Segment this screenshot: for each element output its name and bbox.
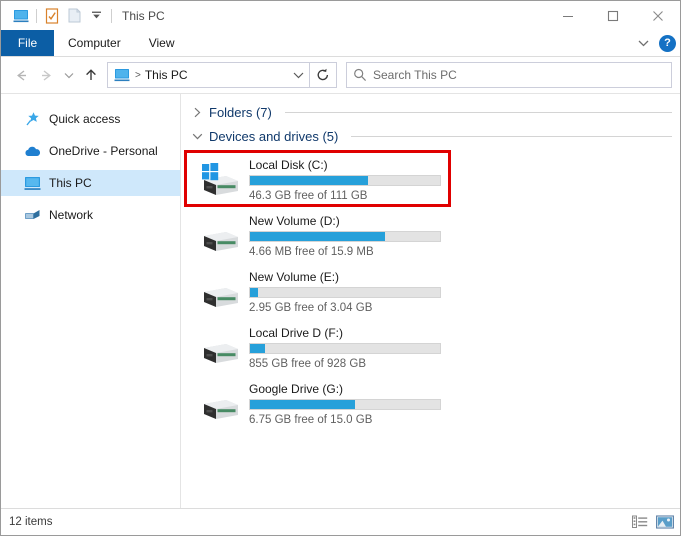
drive-item-local-drive-d-f[interactable]: Local Drive D (F:) 855 GB free of 928 GB xyxy=(181,320,680,376)
properties-icon[interactable] xyxy=(41,5,63,27)
network-icon xyxy=(24,207,41,224)
chevron-down-icon[interactable] xyxy=(190,129,204,143)
expand-ribbon-chevron-icon[interactable] xyxy=(633,33,653,53)
drive-info: New Volume (D:) 4.66 MB free of 15.9 MB xyxy=(249,214,441,259)
sidebar-item-label: Quick access xyxy=(49,112,121,126)
large-icons-view-button[interactable] xyxy=(656,513,674,531)
drive-item-new-volume-d[interactable]: New Volume (D:) 4.66 MB free of 15.9 MB xyxy=(181,208,680,264)
breadcrumb-separator[interactable]: > xyxy=(134,70,145,81)
drive-capacity-bar xyxy=(249,286,441,298)
sidebar-item-quick-access[interactable]: Quick access xyxy=(1,106,180,132)
refresh-button[interactable] xyxy=(310,62,337,88)
sidebar-item-onedrive[interactable]: OneDrive - Personal xyxy=(1,138,180,164)
new-folder-icon[interactable] xyxy=(63,5,85,27)
drive-name: Local Drive D (F:) xyxy=(249,325,344,340)
address-bar[interactable]: > This PC xyxy=(107,62,310,88)
drive-name: New Volume (E:) xyxy=(249,269,340,284)
cloud-icon xyxy=(24,143,41,160)
star-pin-icon xyxy=(24,111,41,128)
drive-icon xyxy=(195,324,243,372)
navigation-pane: Quick access OneDrive - Personal This PC… xyxy=(1,94,181,508)
drive-name: New Volume (D:) xyxy=(249,213,340,228)
sidebar-item-label: Network xyxy=(49,208,94,222)
drive-free-space: 2.95 GB free of 3.04 GB xyxy=(249,301,373,314)
address-dropdown-chevron-icon[interactable] xyxy=(287,64,309,86)
drive-capacity-bar xyxy=(249,342,441,354)
details-view-button[interactable] xyxy=(631,513,649,531)
drive-free-space: 6.75 GB free of 15.0 GB xyxy=(249,413,373,426)
drive-info: Local Disk (C:) 46.3 GB free of 111 GB xyxy=(249,158,441,203)
close-button[interactable] xyxy=(635,1,680,30)
drive-name: Local Disk (C:) xyxy=(249,157,328,172)
drive-capacity-bar xyxy=(249,174,441,186)
qat-separator-1 xyxy=(36,8,37,23)
up-button[interactable] xyxy=(78,63,103,88)
windows-drive-icon xyxy=(195,156,243,204)
sidebar-item-label: OneDrive - Personal xyxy=(49,144,158,158)
drive-free-space: 4.66 MB free of 15.9 MB xyxy=(249,245,374,258)
chevron-right-icon[interactable] xyxy=(190,105,204,119)
drive-capacity-fill xyxy=(250,343,266,353)
group-rule xyxy=(284,111,672,113)
drive-free-space: 855 GB free of 928 GB xyxy=(249,357,366,370)
drive-free-space: 46.3 GB free of 111 GB xyxy=(249,189,368,202)
drive-icon xyxy=(195,268,243,316)
drive-name: Google Drive (G:) xyxy=(249,381,344,396)
drive-item-new-volume-e[interactable]: New Volume (E:) 2.95 GB free of 3.04 GB xyxy=(181,264,680,320)
group-label: Devices and drives (5) xyxy=(209,128,339,144)
drive-capacity-fill xyxy=(250,399,355,409)
sidebar-item-network[interactable]: Network xyxy=(1,202,180,228)
item-count-label: 12 items xyxy=(9,516,53,528)
group-header-devices-and-drives[interactable]: Devices and drives (5) xyxy=(181,124,680,148)
drive-capacity-fill xyxy=(250,287,258,297)
drive-icon xyxy=(195,380,243,428)
qat-separator-2 xyxy=(111,8,112,23)
tab-file[interactable]: File xyxy=(1,30,54,56)
drive-info: Local Drive D (F:) 855 GB free of 928 GB xyxy=(249,326,441,371)
group-header-folders[interactable]: Folders (7) xyxy=(181,100,680,124)
search-input[interactable]: Search This PC xyxy=(373,68,457,82)
back-button[interactable] xyxy=(9,63,34,88)
drive-item-google-drive-g[interactable]: Google Drive (G:) 6.75 GB free of 15.0 G… xyxy=(181,376,680,432)
maximize-button[interactable] xyxy=(590,1,635,30)
ribbon-tab-bar: File Computer View ? xyxy=(1,30,680,57)
drive-item-local-disk-c[interactable]: Local Disk (C:) 46.3 GB free of 111 GB xyxy=(181,152,680,208)
quick-access-toolbar: This PC xyxy=(1,5,165,27)
breadcrumb-current-path[interactable]: This PC xyxy=(145,68,287,82)
customize-qat-chevron-icon[interactable] xyxy=(85,5,107,27)
tab-view[interactable]: View xyxy=(135,30,189,56)
drive-info: New Volume (E:) 2.95 GB free of 3.04 GB xyxy=(249,270,441,315)
address-bar-row: > This PC Search This PC xyxy=(1,57,680,94)
this-pc-icon xyxy=(24,175,41,192)
minimize-button[interactable] xyxy=(545,1,590,30)
drive-capacity-fill xyxy=(250,231,385,241)
drive-list: Local Disk (C:) 46.3 GB free of 111 GB N… xyxy=(181,150,680,432)
ribbon-right-controls: ? xyxy=(633,30,676,56)
sidebar-item-this-pc[interactable]: This PC xyxy=(1,170,180,196)
this-pc-icon[interactable] xyxy=(10,5,32,27)
window-controls xyxy=(545,1,680,30)
drive-icon xyxy=(195,212,243,260)
status-bar: 12 items xyxy=(1,508,680,535)
recent-locations-chevron-icon[interactable] xyxy=(59,63,78,88)
drive-capacity-fill xyxy=(250,175,368,185)
file-explorer-window: This PC File Computer View ? > This PC S… xyxy=(0,0,681,536)
help-icon[interactable]: ? xyxy=(659,34,676,52)
search-icon xyxy=(347,68,373,82)
tab-computer[interactable]: Computer xyxy=(54,30,135,56)
drive-capacity-bar xyxy=(249,230,441,242)
breadcrumb-this-pc-icon[interactable] xyxy=(108,68,134,82)
view-toggle-group xyxy=(631,509,674,535)
search-box[interactable]: Search This PC xyxy=(346,62,672,88)
forward-button[interactable] xyxy=(34,63,59,88)
explorer-body: Quick access OneDrive - Personal This PC… xyxy=(1,94,680,508)
group-rule xyxy=(351,135,672,137)
sidebar-item-label: This PC xyxy=(49,176,92,190)
title-bar: This PC xyxy=(1,1,680,30)
window-title: This PC xyxy=(122,8,165,23)
group-label: Folders (7) xyxy=(209,104,272,120)
file-list-pane: Folders (7) Devices and drives (5) Local… xyxy=(181,94,680,508)
drive-info: Google Drive (G:) 6.75 GB free of 15.0 G… xyxy=(249,382,441,427)
drive-capacity-bar xyxy=(249,398,441,410)
